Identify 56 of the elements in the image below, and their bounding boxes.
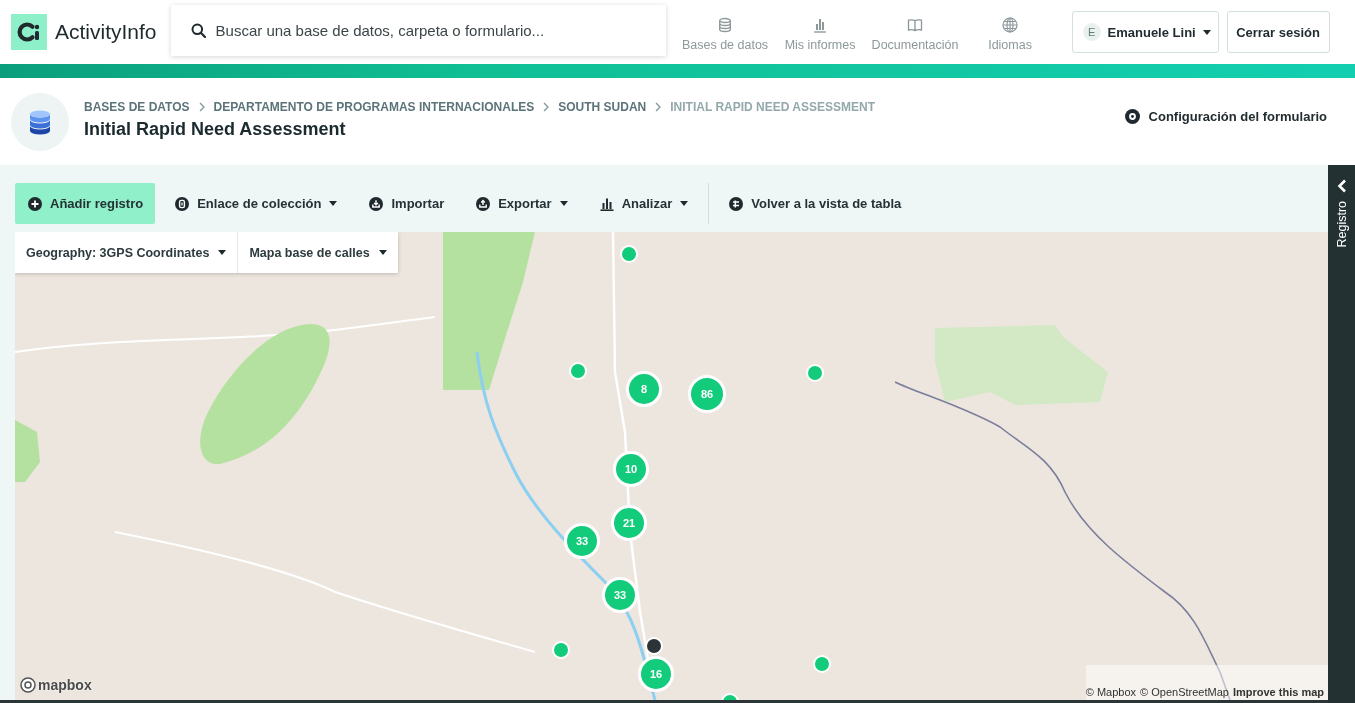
bar-chart-icon xyxy=(812,16,829,33)
caret-icon xyxy=(218,250,227,255)
map-marker-icon[interactable] xyxy=(569,362,587,380)
breadcrumb-link[interactable]: BASES DE DATOS xyxy=(84,99,190,114)
dropdown-button[interactable]: Geography: 3GPS Coordinates xyxy=(15,232,238,273)
book-icon xyxy=(907,16,924,33)
link-icon xyxy=(175,196,190,211)
dropdown-button[interactable]: Analizar xyxy=(587,183,701,224)
caret-icon xyxy=(378,250,387,255)
breadcrumb-link[interactable]: SOUTH SUDAN xyxy=(558,99,647,114)
attribution-link[interactable]: Improve this map xyxy=(1232,686,1324,698)
attribution-link[interactable]: © OpenStreetMap xyxy=(1140,686,1229,698)
logout-button[interactable]: Cerrar sesión xyxy=(1226,11,1330,53)
caret-icon xyxy=(559,201,568,206)
bar-chart-icon xyxy=(599,196,614,211)
mapbox-wordmark[interactable]: mapbox xyxy=(38,677,92,693)
chevron-left-icon xyxy=(1336,179,1347,193)
map-marker-icon[interactable] xyxy=(806,364,824,382)
form-settings-link[interactable]: Configuración del formulario xyxy=(1124,109,1327,124)
map-marker-icon[interactable] xyxy=(813,655,831,673)
app-name: ActivityInfo xyxy=(55,20,157,44)
caret-icon xyxy=(1202,29,1211,35)
mapbox-logo-icon[interactable] xyxy=(20,677,36,693)
caret-icon xyxy=(329,201,338,206)
chevron-icon xyxy=(543,101,550,112)
attribution-link[interactable]: © Mapbox xyxy=(1085,686,1137,698)
map-marker-icon[interactable] xyxy=(552,641,570,659)
table-icon xyxy=(729,196,744,211)
user-avatar: E xyxy=(1082,23,1101,41)
user-menu-button[interactable]: E Emanuele Lini xyxy=(1071,11,1219,53)
database-icon xyxy=(11,92,69,151)
page-title: Initial Rapid Need Assessment xyxy=(84,118,347,140)
dropdown-button[interactable]: Enlace de colección xyxy=(163,183,350,224)
park-area xyxy=(15,420,40,482)
toolbar-button[interactable]: Importar xyxy=(357,183,457,224)
map-marker-icon[interactable] xyxy=(645,637,663,655)
table-view-button[interactable]: Volver a la vista de tabla xyxy=(717,183,914,224)
import-icon xyxy=(369,196,384,211)
database-icon xyxy=(717,16,734,33)
globe-icon xyxy=(1002,16,1019,33)
export-icon xyxy=(476,196,491,211)
dropdown-button[interactable]: Mapa base de calles xyxy=(237,232,398,273)
primary-button[interactable]: Añadir registro xyxy=(15,183,156,224)
search-icon xyxy=(190,23,206,38)
plus-circle-icon xyxy=(28,196,42,211)
chevron-icon xyxy=(198,101,205,112)
map-tile[interactable]: Geography: 3GPS Coordinates Mapa base de calles 8 86 10 21 33 33 16 mapbox © Mapbox © OpenStreetMap Improve this map xyxy=(15,232,1328,700)
side-panel-toggle[interactable]: Registro xyxy=(1328,165,1355,703)
map-marker-icon[interactable] xyxy=(620,245,638,263)
breadcrumb-link[interactable]: DEPARTAMENTO DE PROGRAMAS INTERNACIONALES xyxy=(213,99,535,114)
logo-icon[interactable] xyxy=(11,14,47,50)
settings-icon xyxy=(1124,109,1140,124)
search-field[interactable]: Buscar una base de datos, carpeta o formulario... xyxy=(170,5,666,56)
chevron-icon xyxy=(655,101,662,112)
caret-icon xyxy=(680,201,689,206)
dropdown-button[interactable]: Exportar xyxy=(464,183,580,224)
